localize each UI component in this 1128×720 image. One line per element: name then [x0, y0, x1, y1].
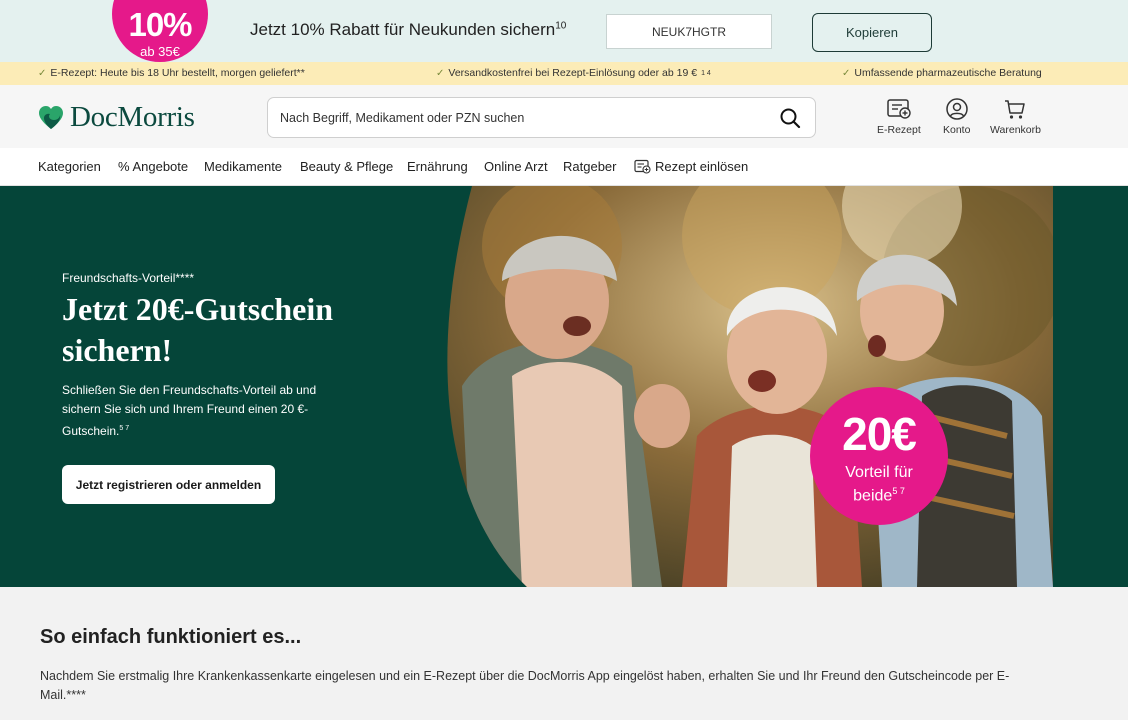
copy-code-button[interactable]: Kopieren	[812, 13, 932, 52]
account-label: Konto	[943, 124, 971, 136]
promo-discount-badge: 10% ab 35€	[112, 0, 208, 62]
heart-logo-icon	[39, 105, 63, 129]
promo-badge-percent: 10%	[128, 6, 192, 43]
e-rezept-icon	[887, 99, 911, 119]
nav-item-angebote[interactable]: % Angebote	[118, 159, 188, 174]
nav-item-beauty-pflege[interactable]: Beauty & Pflege	[300, 159, 393, 174]
usp-text: Versandkostenfrei bei Rezept-Einlösung o…	[448, 67, 698, 79]
how-it-works-title: So einfach funktioniert es...	[40, 626, 302, 648]
promo-text-footnote: 10	[555, 20, 567, 32]
hero-description: Schließen Sie den Freundschafts-Vorteil …	[62, 381, 347, 441]
usp-item-consulting: ✓ Umfassende pharmazeutische Beratung	[842, 67, 1042, 79]
register-login-button[interactable]: Jetzt registrieren oder anmelden	[62, 465, 275, 504]
check-icon: ✓	[842, 67, 851, 79]
e-rezept-button[interactable]: E-Rezept	[877, 97, 921, 136]
main-navigation: Kategorien % Angebote Medikamente Beauty…	[0, 148, 1128, 186]
hero-voucher-badge: 20€ Vorteil für beide5 7	[810, 387, 948, 525]
promo-code-field[interactable]: NEUK7HGTR	[606, 14, 772, 49]
usp-bar: ✓ E-Rezept: Heute bis 18 Uhr bestellt, m…	[0, 62, 1128, 85]
logo-wordmark: DocMorris	[70, 101, 195, 133]
check-icon: ✓	[436, 67, 445, 79]
badge-label-line2: beide	[853, 487, 893, 505]
search-bar	[267, 97, 816, 138]
nav-item-ernaehrung[interactable]: Ernährung	[407, 159, 468, 174]
account-button[interactable]: Konto	[943, 97, 970, 136]
usp-item-erezept: ✓ E-Rezept: Heute bis 18 Uhr bestellt, m…	[38, 67, 305, 79]
cart-icon	[1005, 100, 1026, 119]
hero-eyebrow: Freundschafts-Vorteil****	[62, 271, 195, 285]
prescription-icon	[634, 159, 651, 174]
hero-title: Jetzt 20€-Gutschein sichern!	[62, 291, 334, 368]
site-header: DocMorris E-Rezept Konto	[0, 85, 1128, 148]
badge-label: Vorteil für beide5 7	[810, 464, 948, 505]
check-icon: ✓	[38, 67, 47, 79]
nav-item-ratgeber[interactable]: Ratgeber	[563, 159, 616, 174]
search-icon[interactable]	[779, 107, 801, 129]
search-input[interactable]	[280, 106, 760, 130]
usp-text: E-Rezept: Heute bis 18 Uhr bestellt, mor…	[50, 67, 305, 79]
docmorris-logo[interactable]: DocMorris	[38, 101, 195, 134]
nav-item-kategorien[interactable]: Kategorien	[38, 159, 101, 174]
hero-photo	[432, 186, 1053, 587]
how-it-works-text: Nachdem Sie erstmalig Ihre Krankenkassen…	[40, 669, 1010, 702]
hero-footnote: 5 7	[119, 425, 130, 432]
badge-amount: 20€	[842, 408, 917, 460]
nav-item-medikamente[interactable]: Medikamente	[204, 159, 282, 174]
usp-footnote: 1 4	[701, 69, 711, 77]
account-icon	[945, 98, 968, 120]
badge-label-line1: Vorteil für	[845, 464, 913, 481]
badge-footnote: 5 7	[892, 486, 905, 496]
usp-text: Umfassende pharmazeutische Beratung	[854, 67, 1042, 79]
hero-image-friends	[447, 186, 1053, 587]
cart-button[interactable]: Warenkorb	[990, 97, 1041, 136]
e-rezept-label: E-Rezept	[877, 124, 921, 136]
nav-item-rezept-einloesen[interactable]: Rezept einlösen	[634, 159, 748, 174]
usp-item-shipping: ✓ Versandkostenfrei bei Rezept-Einlösung…	[436, 67, 711, 79]
nav-item-label: Rezept einlösen	[655, 159, 749, 174]
promo-text: Jetzt 10% Rabatt für Neukunden sichern10	[250, 20, 566, 40]
promo-bar: 10% ab 35€ Jetzt 10% Rabatt für Neukunde…	[0, 0, 1128, 62]
promo-text-main: Jetzt 10% Rabatt für Neukunden sichern	[250, 20, 556, 39]
nav-item-online-arzt[interactable]: Online Arzt	[484, 159, 548, 174]
cart-label: Warenkorb	[990, 124, 1041, 136]
hero-banner: Freundschafts-Vorteil**** Jetzt 20€-Guts…	[0, 186, 1128, 587]
promo-badge-minimum: ab 35€	[140, 44, 180, 59]
hero-description-text: Schließen Sie den Freundschafts-Vorteil …	[62, 383, 317, 438]
